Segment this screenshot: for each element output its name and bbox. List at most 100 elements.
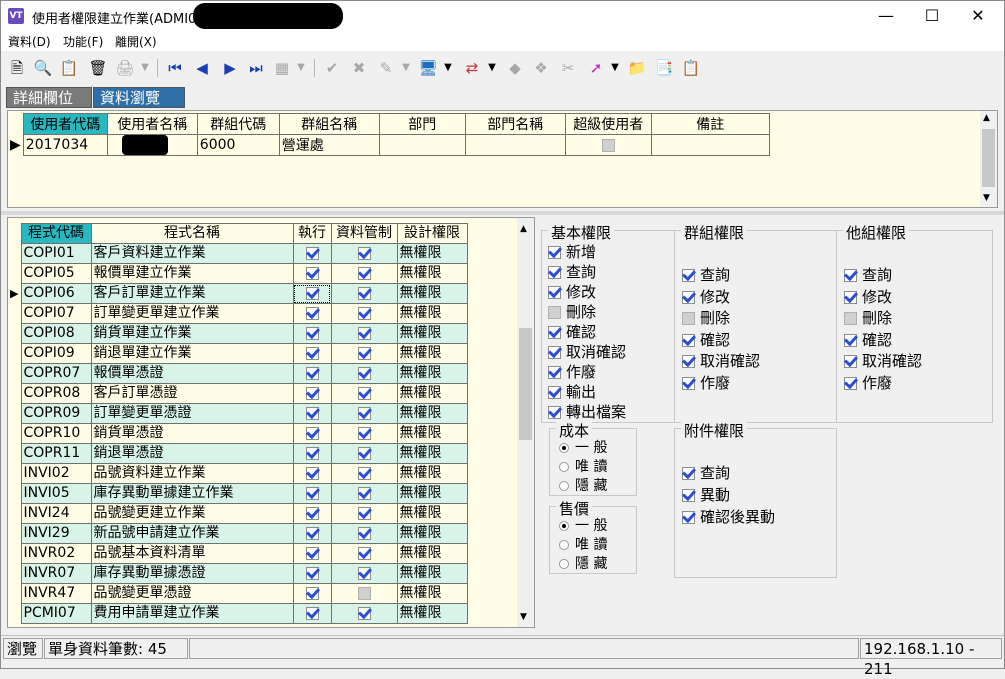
permission-checkbox[interactable] bbox=[548, 286, 561, 299]
tool-a-icon[interactable]: ◆ bbox=[504, 57, 526, 79]
program-code-cell[interactable]: PCMI07 bbox=[20, 603, 92, 624]
execute-checkbox[interactable] bbox=[305, 586, 319, 600]
program-code-cell[interactable]: COPR10 bbox=[20, 423, 92, 444]
preview-icon[interactable]: 🔍 bbox=[32, 57, 54, 79]
program-code-cell[interactable]: COPI08 bbox=[20, 323, 92, 344]
group-perms-item[interactable]: 修改 bbox=[682, 286, 730, 307]
basic-perms-item[interactable]: 修改 bbox=[548, 281, 596, 302]
permission-checkbox[interactable] bbox=[844, 290, 857, 304]
copy-icon[interactable]: 📑 bbox=[653, 57, 675, 79]
design-perm-cell[interactable]: 無權限 bbox=[396, 243, 468, 264]
dept-name-cell[interactable] bbox=[464, 134, 566, 156]
design-perm-cell[interactable]: 無權限 bbox=[396, 603, 468, 624]
user-grid-scrollbar[interactable]: ▲ ▼ bbox=[980, 111, 997, 207]
permission-checkbox[interactable] bbox=[682, 355, 695, 368]
data-control-checkbox[interactable] bbox=[357, 386, 371, 400]
permission-checkbox[interactable] bbox=[844, 355, 857, 368]
execute-cell[interactable] bbox=[292, 383, 332, 404]
screen-icon[interactable]: 🖥 bbox=[417, 57, 439, 79]
group-code-cell[interactable]: 6000 bbox=[196, 134, 280, 156]
attach-perms-item[interactable]: 異動 bbox=[682, 484, 730, 505]
data-control-cell[interactable] bbox=[330, 563, 398, 584]
program-name-cell[interactable]: 新品號申請建立作業 bbox=[90, 523, 294, 544]
col-dept[interactable]: 部門 bbox=[378, 113, 466, 135]
permission-checkbox[interactable] bbox=[548, 386, 561, 399]
execute-cell[interactable] bbox=[292, 243, 332, 264]
program-name-cell[interactable]: 品號變更建立作業 bbox=[90, 503, 294, 524]
data-control-cell[interactable] bbox=[330, 543, 398, 564]
permission-checkbox[interactable] bbox=[682, 290, 695, 304]
cost-option[interactable]: 一 般 bbox=[559, 437, 607, 457]
radio-button[interactable] bbox=[559, 559, 569, 569]
col-data-control[interactable]: 資料管制 bbox=[330, 223, 398, 244]
program-code-cell[interactable]: INVI05 bbox=[20, 483, 92, 504]
design-perm-cell[interactable]: 無權限 bbox=[396, 363, 468, 384]
print-dropdown-icon[interactable]: ▼ bbox=[139, 57, 151, 79]
execute-checkbox[interactable] bbox=[305, 526, 319, 540]
edit-icon[interactable]: ✎ bbox=[375, 57, 397, 79]
basic-perms-item[interactable]: 轉出檔案 bbox=[548, 401, 626, 422]
basic-perms-item[interactable]: 刪除 bbox=[548, 301, 596, 322]
cost-option[interactable]: 隱 藏 bbox=[559, 475, 607, 495]
edit-dropdown-icon[interactable]: ▼ bbox=[400, 57, 412, 79]
superuser-checkbox[interactable] bbox=[601, 138, 615, 152]
execute-checkbox[interactable] bbox=[305, 326, 319, 340]
permission-checkbox[interactable] bbox=[548, 406, 561, 419]
tab-detail-fields[interactable]: 詳細欄位 bbox=[6, 87, 92, 108]
transfer-dropdown-icon[interactable]: ▼ bbox=[486, 57, 498, 79]
other-perms-item[interactable]: 作廢 bbox=[844, 372, 892, 393]
permission-checkbox[interactable] bbox=[682, 489, 695, 502]
permission-checkbox[interactable] bbox=[682, 269, 695, 282]
program-name-cell[interactable]: 銷貨單建立作業 bbox=[90, 323, 294, 344]
program-code-cell[interactable]: INVR07 bbox=[20, 563, 92, 584]
table-row[interactable]: COPI08 銷貨單建立作業 無權限 bbox=[8, 323, 468, 344]
table-row[interactable]: COPR10 銷貨單憑證 無權限 bbox=[8, 423, 468, 444]
data-control-checkbox[interactable] bbox=[357, 286, 371, 300]
attach-perms-item[interactable]: 查詢 bbox=[682, 462, 730, 483]
data-control-cell[interactable] bbox=[330, 243, 398, 264]
user-name-cell[interactable] bbox=[106, 134, 198, 156]
data-control-cell[interactable] bbox=[330, 603, 398, 624]
design-perm-cell[interactable]: 無權限 bbox=[396, 523, 468, 544]
execute-cell[interactable] bbox=[292, 263, 332, 284]
permission-checkbox[interactable] bbox=[682, 467, 695, 480]
program-code-cell[interactable]: COPI01 bbox=[20, 243, 92, 264]
data-control-checkbox[interactable] bbox=[357, 466, 371, 480]
table-row[interactable]: INVR02 品號基本資料清單 無權限 bbox=[8, 543, 468, 564]
permission-checkbox[interactable] bbox=[682, 511, 695, 524]
execute-checkbox[interactable] bbox=[305, 426, 319, 440]
design-perm-cell[interactable]: 無權限 bbox=[396, 383, 468, 404]
program-name-cell[interactable]: 銷貨單憑證 bbox=[90, 423, 294, 444]
radio-button[interactable] bbox=[559, 443, 569, 453]
basic-perms-item[interactable]: 作廢 bbox=[548, 361, 596, 382]
program-grid-scrollbar[interactable]: ▲ ▼ bbox=[517, 218, 534, 627]
maximize-button[interactable]: ☐ bbox=[909, 1, 955, 31]
execute-cell[interactable] bbox=[292, 603, 332, 624]
col-dept-name[interactable]: 部門名稱 bbox=[464, 113, 566, 135]
data-control-cell[interactable] bbox=[330, 303, 398, 324]
table-row[interactable]: ▶ 2017034 6000 營運處 bbox=[8, 134, 770, 156]
col-superuser[interactable]: 超級使用者 bbox=[564, 113, 652, 135]
design-perm-cell[interactable]: 無權限 bbox=[396, 483, 468, 504]
group-perms-item[interactable]: 查詢 bbox=[682, 264, 730, 285]
superuser-cell[interactable] bbox=[564, 134, 652, 156]
other-perms-item[interactable]: 查詢 bbox=[844, 264, 892, 285]
data-control-cell[interactable] bbox=[330, 363, 398, 384]
data-control-checkbox[interactable] bbox=[357, 366, 371, 380]
table-row[interactable]: INVR07 庫存異動單據憑證 無權限 bbox=[8, 563, 468, 584]
execute-checkbox[interactable] bbox=[305, 606, 319, 620]
table-row[interactable]: COPI07 訂單變更單建立作業 無權限 bbox=[8, 303, 468, 324]
other-perms-item[interactable]: 確認 bbox=[844, 329, 892, 350]
browse-dropdown-icon[interactable]: ▼ bbox=[295, 57, 307, 79]
program-code-cell[interactable]: COPI05 bbox=[20, 263, 92, 284]
data-control-cell[interactable] bbox=[330, 423, 398, 444]
program-name-cell[interactable]: 客戶資料建立作業 bbox=[90, 243, 294, 264]
execute-cell[interactable] bbox=[292, 323, 332, 344]
program-code-cell[interactable]: INVI29 bbox=[20, 523, 92, 544]
screen-dropdown-icon[interactable]: ▼ bbox=[442, 57, 454, 79]
permission-checkbox[interactable] bbox=[844, 269, 857, 282]
design-perm-cell[interactable]: 無權限 bbox=[396, 563, 468, 584]
table-row[interactable]: COPR07 報價單憑證 無權限 bbox=[8, 363, 468, 384]
permission-checkbox[interactable] bbox=[682, 312, 695, 325]
price-option[interactable]: 一 般 bbox=[559, 515, 607, 535]
